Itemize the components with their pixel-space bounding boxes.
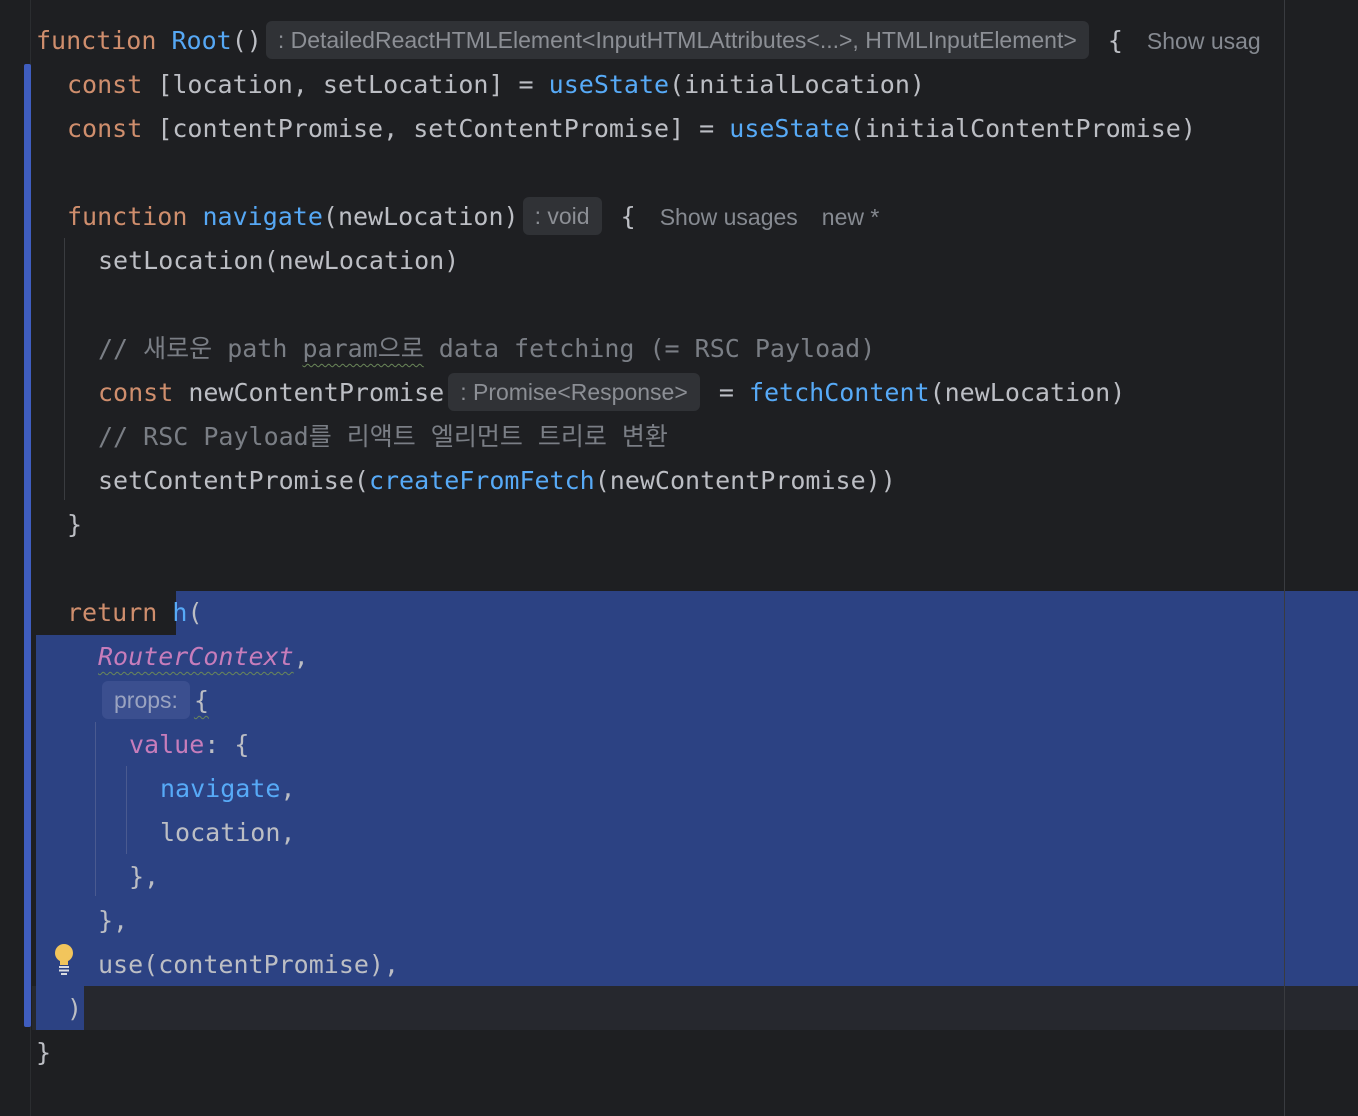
new-author-lens[interactable]: new * (822, 204, 880, 230)
code-text: ) (67, 994, 83, 1023)
indent-guide (64, 238, 65, 500)
code-text: }, (98, 906, 129, 935)
caret-line-highlight (32, 986, 1358, 1030)
code-line[interactable]: navigate, (160, 767, 295, 811)
code-line[interactable]: const [contentPromise, setContentPromise… (67, 107, 1196, 151)
function-call[interactable]: useState (729, 114, 849, 143)
code-text: newContentPromise (188, 378, 445, 407)
indent-guide (126, 766, 127, 854)
code-text: { (193, 686, 209, 715)
code-editor[interactable]: function Root(): DetailedReactHTMLElemen… (0, 0, 1358, 1116)
code-text: (initialLocation) (669, 70, 925, 99)
punctuation: { (620, 202, 636, 231)
code-line[interactable]: value: { (129, 723, 249, 767)
code-text: use(contentPromise), (98, 950, 400, 979)
comment-typo[interactable]: param으로 (302, 334, 423, 363)
code-text: }, (129, 862, 160, 891)
code-text: [contentPromise, setContentPromise] = (157, 114, 730, 143)
keyword: return (67, 598, 158, 627)
code-text: setContentPromise( (98, 466, 369, 495)
code-text: setLocation(newLocation) (98, 246, 460, 275)
comment-line[interactable]: // 새로운 path param으로 data fetching (= RSC… (98, 327, 875, 371)
component-reference[interactable]: RouterContext (98, 642, 294, 671)
code-line[interactable]: ) (67, 987, 82, 1031)
function-name[interactable]: navigate (202, 202, 322, 231)
code-line[interactable]: }, (98, 899, 128, 943)
punctuation: () (231, 26, 262, 55)
code-line[interactable]: } (67, 503, 82, 547)
lightbulb-icon[interactable] (52, 942, 76, 976)
function-reference[interactable]: navigate (160, 774, 280, 803)
code-line[interactable]: const newContentPromise: Promise<Respons… (98, 371, 1125, 415)
show-usages-lens[interactable]: Show usages (660, 204, 798, 230)
punctuation: { (1107, 26, 1123, 55)
code-line[interactable]: setLocation(newLocation) (98, 239, 459, 283)
indent-guide (95, 722, 96, 896)
code-line[interactable]: props:{ (98, 679, 209, 723)
code-text: , (293, 642, 309, 671)
keyword: function (36, 26, 157, 55)
keyword: const (67, 70, 143, 99)
code-text: location, (160, 818, 296, 847)
show-usages-lens[interactable]: Show usag (1147, 28, 1261, 54)
function-call[interactable]: h (172, 598, 187, 627)
parameter-inlay-hint[interactable]: props: (102, 681, 190, 719)
comment-text: data fetching (= RSC Payload) (423, 334, 876, 363)
code-line[interactable]: RouterContext, (98, 635, 309, 679)
code-text: (newLocation) (929, 378, 1126, 407)
code-line[interactable]: }, (129, 855, 159, 899)
comment-line[interactable]: // RSC Payload를 리액트 엘리먼트 트리로 변환 (98, 415, 668, 459)
code-text: , (280, 774, 296, 803)
function-name[interactable]: Root (171, 26, 231, 55)
comment-text: // 새로운 path (98, 334, 303, 363)
type-inlay-hint[interactable]: : DetailedReactHTMLElement<InputHTMLAttr… (265, 21, 1089, 59)
code-text: ( (187, 598, 203, 627)
right-margin-guide (1284, 0, 1285, 1116)
code-line[interactable]: function Root(): DetailedReactHTMLElemen… (36, 19, 1261, 63)
property-key: value (129, 730, 205, 759)
code-line[interactable]: use(contentPromise), (98, 943, 399, 987)
code-line[interactable]: const [location, setLocation] = useState… (67, 63, 925, 107)
code-line[interactable]: location, (160, 811, 295, 855)
code-line[interactable]: return h( (67, 591, 203, 635)
function-call[interactable]: createFromFetch (369, 466, 595, 495)
code-line[interactable]: setContentPromise(createFromFetch(newCon… (98, 459, 896, 503)
comment-text: // RSC Payload를 리액트 엘리먼트 트리로 변환 (98, 422, 668, 451)
type-inlay-hint[interactable]: : Promise<Response> (448, 373, 700, 411)
code-text: [location, setLocation] = (157, 70, 549, 99)
keyword: function (67, 202, 188, 231)
code-line[interactable]: function navigate(newLocation): void { Sh… (67, 195, 879, 239)
code-text: = (718, 378, 749, 407)
vcs-change-marker[interactable] (24, 64, 31, 1027)
function-call[interactable]: fetchContent (749, 378, 930, 407)
code-text: (initialContentPromise) (849, 114, 1196, 143)
code-text: } (36, 1038, 52, 1067)
code-text: (newLocation) (322, 202, 519, 231)
type-inlay-hint[interactable]: : void (522, 197, 602, 235)
code-text: : { (204, 730, 250, 759)
code-text: } (67, 510, 83, 539)
keyword: const (98, 378, 174, 407)
selection-band (176, 591, 1358, 635)
function-call[interactable]: useState (549, 70, 669, 99)
code-line[interactable]: } (36, 1031, 51, 1075)
keyword: const (67, 114, 143, 143)
code-text: (newContentPromise)) (594, 466, 896, 495)
